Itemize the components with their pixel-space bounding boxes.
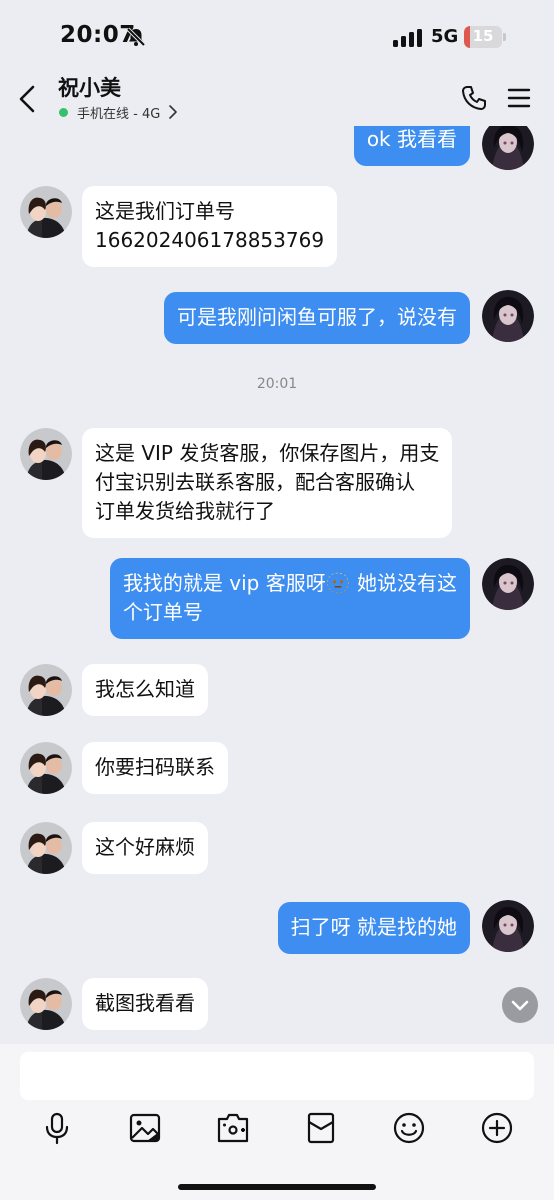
battery-icon: 15 [464,26,502,48]
chevron-down-icon [511,1000,529,1011]
message-bubble-incoming[interactable]: 截图我看看 [82,978,208,1030]
battery-percent: 15 [472,27,494,45]
battery-nub [503,33,506,41]
scroll-to-bottom-button[interactable] [502,987,538,1023]
avatar-contact[interactable] [20,186,72,238]
avatar-self[interactable] [482,558,534,610]
input-area [0,1044,554,1200]
microphone-icon[interactable] [39,1110,75,1146]
message-input[interactable] [20,1052,534,1100]
avatar-contact[interactable] [20,664,72,716]
menu-icon[interactable] [507,87,531,109]
back-icon[interactable] [16,84,38,114]
network-label: 5G [431,26,459,47]
message-timestamp: 20:01 [256,376,298,392]
message-bubble-incoming[interactable]: 我怎么知道 [82,664,208,716]
phone-icon[interactable] [460,84,488,112]
home-indicator[interactable] [178,1184,376,1190]
message-bubble-incoming[interactable]: 这是我们订单号 166202406178853769 [82,186,338,267]
bell-muted-icon [126,27,146,47]
chevron-right-icon[interactable] [168,105,178,119]
message-bubble-incoming[interactable]: 你要扫码联系 [82,742,228,794]
avatar-self[interactable] [482,290,534,342]
online-status-text[interactable]: 手机在线 - 4G [77,103,160,122]
message-bubble-outgoing[interactable]: 扫了呀 就是找的她 [277,902,470,954]
photo-icon[interactable] [127,1110,163,1146]
online-status-dot [59,108,68,117]
message-bubble-incoming[interactable]: 这个好麻烦 [82,822,208,874]
message-bubble-outgoing[interactable]: ok 我看看 [353,126,470,166]
avatar-contact[interactable] [20,822,72,874]
contact-name[interactable]: 祝小美 [58,72,121,102]
avatar-self[interactable] [482,126,534,170]
plus-icon[interactable] [479,1110,515,1146]
status-bar: 20:07 5G 15 [0,0,554,70]
message-bubble-outgoing[interactable]: 我找的就是 vip 客服呀🫥 她说没有这 个订单号 [109,558,470,639]
message-bubble-incoming[interactable]: 这是 VIP 发货客服，你保存图片，用支 付宝识别去联系客服，配合客服确认 订单… [82,428,453,538]
chat-message-list[interactable]: ok 我看看 这是我们订单号 166202406178853769 可是我刚问闲… [0,126,554,1044]
red-packet-icon[interactable] [303,1110,339,1146]
avatar-contact[interactable] [20,428,72,480]
emoji-icon[interactable] [391,1110,427,1146]
message-bubble-outgoing[interactable]: 可是我刚问闲鱼可服了，说没有 [164,292,470,344]
avatar-contact[interactable] [20,978,72,1030]
avatar-contact[interactable] [20,742,72,794]
status-time: 20:07 [60,22,136,48]
signal-icon [393,29,422,47]
chat-header: 祝小美 手机在线 - 4G [0,70,554,126]
camera-icon[interactable] [215,1110,251,1146]
avatar-self[interactable] [482,900,534,952]
